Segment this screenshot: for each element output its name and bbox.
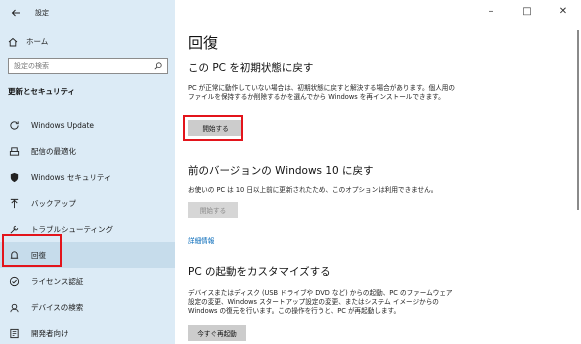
sidebar-item-label: Windows Update [31, 120, 95, 130]
reset-description: PC が正常に動作していない場合は、初期状態に戻すと解決する場合があります。個人… [188, 84, 455, 101]
learn-more-link[interactable]: 詳細情報 [188, 235, 214, 245]
home-icon [8, 37, 18, 46]
find-device-icon [8, 301, 20, 313]
developer-icon [8, 327, 20, 339]
sync-icon [8, 119, 20, 131]
sidebar: 設定 ホーム 設定の検索 更新とセキュリティ Windows Update 配信… [0, 0, 175, 344]
reset-button-highlight-box [183, 115, 243, 141]
sidebar-item-activation[interactable]: ライセンス認証 [0, 268, 175, 294]
previous-version-heading: 前のバージョンの Windows 10 に戻す [188, 165, 374, 177]
maximize-button[interactable]: □ [509, 0, 545, 22]
app-title: 設定 [35, 9, 49, 17]
minimize-button[interactable]: – [473, 0, 509, 22]
close-button[interactable]: ✕ [545, 0, 581, 22]
startup-heading: PC の起動をカスタマイズする [188, 266, 331, 278]
activation-icon [8, 275, 20, 287]
search-icon [154, 62, 162, 70]
sidebar-item-windows-security[interactable]: Windows セキュリティ [0, 164, 175, 190]
sidebar-item-developer[interactable]: 開発者向け [0, 320, 175, 344]
previous-version-start-button[interactable]: 開始する [188, 202, 238, 218]
backup-icon [8, 197, 20, 209]
sidebar-item-backup[interactable]: バックアップ [0, 190, 175, 216]
sidebar-item-find-device[interactable]: デバイスの検索 [0, 294, 175, 320]
delivery-optimization-icon [8, 145, 20, 157]
sidebar-home[interactable]: ホーム [8, 36, 48, 47]
reset-heading: この PC を初期状態に戻す [188, 62, 314, 74]
search-input[interactable]: 設定の検索 [8, 58, 168, 74]
sidebar-item-label: トラブルシューティング [31, 224, 114, 234]
scrollbar[interactable] [577, 30, 579, 210]
sidebar-home-label: ホーム [26, 37, 49, 46]
titlebar-left: 設定 [0, 0, 175, 26]
previous-version-description: お使いの PC は 10 日以上前に更新されたため、このオプションは利用できませ… [188, 186, 438, 194]
sidebar-item-label: Windows セキュリティ [31, 172, 112, 182]
section-heading: 更新とセキュリティ [8, 87, 76, 96]
window-controls: – □ ✕ [473, 0, 581, 22]
search-placeholder: 設定の検索 [14, 62, 49, 70]
recovery-highlight-box [2, 234, 62, 267]
sidebar-item-delivery-optimization[interactable]: 配信の最適化 [0, 138, 175, 164]
sidebar-item-label: ライセンス認証 [31, 276, 84, 286]
back-button[interactable] [3, 2, 29, 24]
page-title: 回復 [188, 34, 219, 52]
startup-description: デバイスまたはディスク (USB ドライブや DVD など) からの起動、PC … [188, 289, 453, 315]
sidebar-item-label: 開発者向け [31, 328, 69, 338]
shield-icon [8, 171, 20, 183]
restart-now-button[interactable]: 今すぐ再起動 [188, 325, 246, 341]
sidebar-item-label: 配信の最適化 [31, 146, 76, 156]
sidebar-item-label: デバイスの検索 [31, 302, 84, 312]
sidebar-item-windows-update[interactable]: Windows Update [0, 112, 175, 138]
sidebar-item-label: バックアップ [31, 198, 76, 208]
back-arrow-icon [11, 9, 20, 17]
